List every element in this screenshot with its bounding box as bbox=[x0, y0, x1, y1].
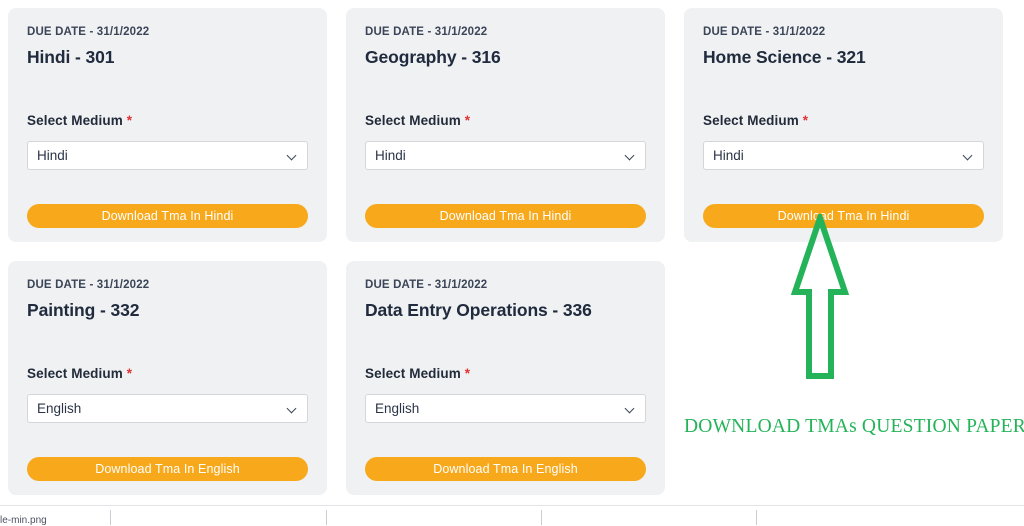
subject-card-home-science-321: DUE DATE - 31/1/2022 Home Science - 321 … bbox=[684, 8, 1003, 242]
subject-title: Data Entry Operations - 336 bbox=[365, 299, 592, 320]
medium-select[interactable]: English bbox=[27, 394, 308, 423]
strip-divider bbox=[756, 510, 757, 525]
select-medium-label: Select Medium * bbox=[365, 366, 470, 381]
chevron-down-icon bbox=[625, 403, 636, 414]
required-asterisk: * bbox=[464, 366, 471, 381]
medium-select[interactable]: Hindi bbox=[703, 141, 984, 170]
due-date-label: DUE DATE - 31/1/2022 bbox=[365, 279, 488, 291]
subject-card-painting-332: DUE DATE - 31/1/2022 Painting - 332 Sele… bbox=[8, 261, 327, 495]
medium-select-value: Hindi bbox=[713, 147, 744, 163]
medium-select-value: Hindi bbox=[37, 147, 68, 163]
download-tma-button[interactable]: Download Tma In Hindi bbox=[27, 204, 308, 228]
required-asterisk: * bbox=[126, 366, 133, 381]
annotation-caption: DOWNLOAD TMAs QUESTION PAPER bbox=[684, 416, 1024, 437]
due-date-label: DUE DATE - 31/1/2022 bbox=[365, 26, 488, 38]
subject-title: Home Science - 321 bbox=[703, 46, 866, 67]
strip-file-label: le-min.png bbox=[0, 515, 47, 526]
subject-card-hindi-301: DUE DATE - 31/1/2022 Hindi - 301 Select … bbox=[8, 8, 327, 242]
due-date-label: DUE DATE - 31/1/2022 bbox=[27, 26, 150, 38]
select-medium-label: Select Medium * bbox=[365, 113, 470, 128]
subject-title: Painting - 332 bbox=[27, 299, 140, 320]
select-medium-label: Select Medium * bbox=[703, 113, 808, 128]
download-tma-button[interactable]: Download Tma In Hindi bbox=[703, 204, 984, 228]
medium-select-value: English bbox=[37, 400, 82, 416]
required-asterisk: * bbox=[464, 113, 471, 128]
select-medium-label-text: Select Medium bbox=[703, 113, 799, 128]
strip-divider bbox=[110, 510, 111, 525]
select-medium-label-text: Select Medium bbox=[365, 366, 461, 381]
medium-select-value: English bbox=[375, 400, 420, 416]
chevron-down-icon bbox=[963, 150, 974, 161]
required-asterisk: * bbox=[802, 113, 809, 128]
subject-title: Hindi - 301 bbox=[27, 46, 115, 67]
due-date-label: DUE DATE - 31/1/2022 bbox=[703, 26, 826, 38]
chevron-down-icon bbox=[625, 150, 636, 161]
required-asterisk: * bbox=[126, 113, 133, 128]
chevron-down-icon bbox=[287, 403, 298, 414]
download-tma-button[interactable]: Download Tma In Hindi bbox=[365, 204, 646, 228]
select-medium-label-text: Select Medium bbox=[27, 113, 123, 128]
subject-card-geography-316: DUE DATE - 31/1/2022 Geography - 316 Sel… bbox=[346, 8, 665, 242]
bottom-strip: le-min.png bbox=[0, 505, 1024, 526]
strip-divider bbox=[541, 510, 542, 525]
download-tma-button[interactable]: Download Tma In English bbox=[27, 457, 308, 481]
medium-select-value: Hindi bbox=[375, 147, 406, 163]
subject-title: Geography - 316 bbox=[365, 46, 501, 67]
strip-divider bbox=[326, 510, 327, 525]
select-medium-label: Select Medium * bbox=[27, 113, 132, 128]
medium-select[interactable]: Hindi bbox=[365, 141, 646, 170]
due-date-label: DUE DATE - 31/1/2022 bbox=[27, 279, 150, 291]
select-medium-label: Select Medium * bbox=[27, 366, 132, 381]
subject-card-data-entry-operations-336: DUE DATE - 31/1/2022 Data Entry Operatio… bbox=[346, 261, 665, 495]
medium-select[interactable]: English bbox=[365, 394, 646, 423]
chevron-down-icon bbox=[287, 150, 298, 161]
download-tma-button[interactable]: Download Tma In English bbox=[365, 457, 646, 481]
select-medium-label-text: Select Medium bbox=[365, 113, 461, 128]
page-root: DUE DATE - 31/1/2022 Hindi - 301 Select … bbox=[0, 0, 1024, 526]
medium-select[interactable]: Hindi bbox=[27, 141, 308, 170]
select-medium-label-text: Select Medium bbox=[27, 366, 123, 381]
